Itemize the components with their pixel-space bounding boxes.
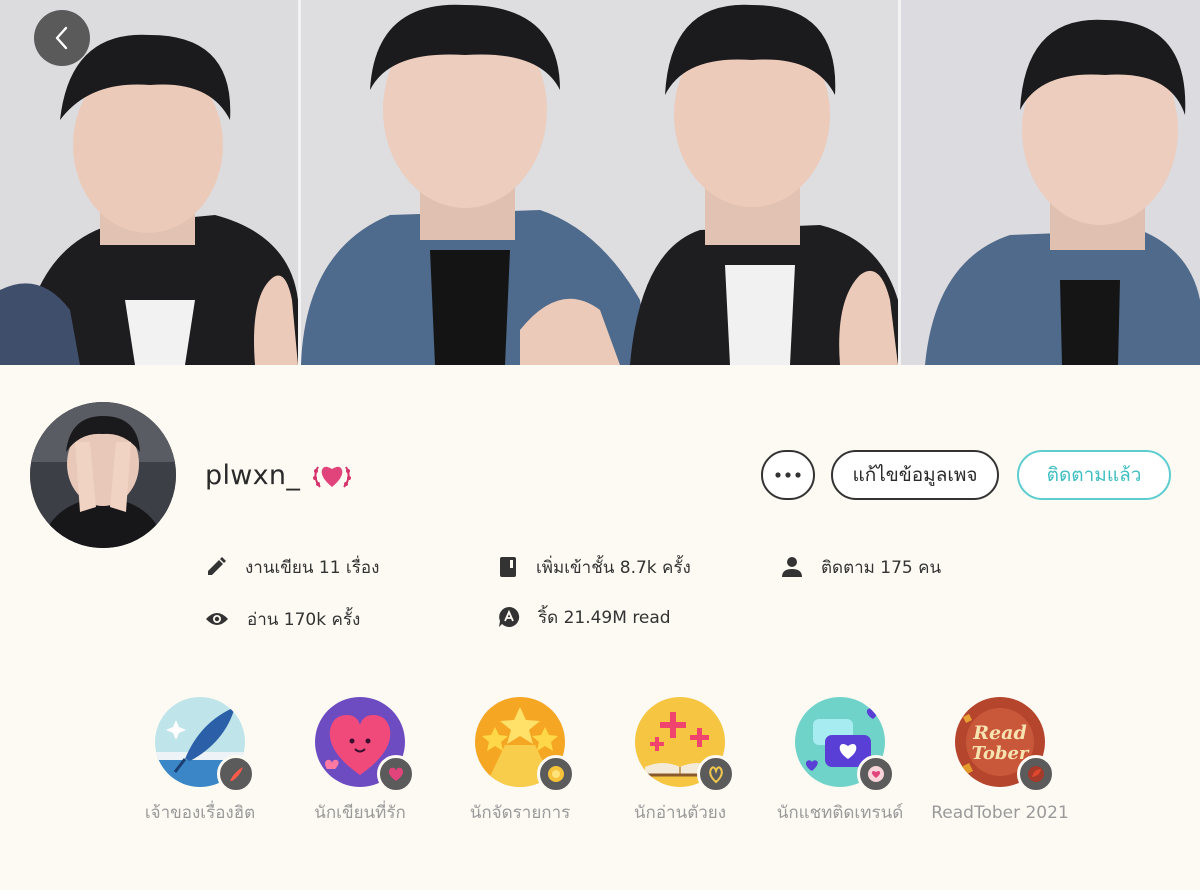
chat-heart-mini-icon xyxy=(857,755,895,793)
avatar[interactable] xyxy=(30,402,176,548)
ribbon-mini-icon xyxy=(697,755,735,793)
achievement-beloved-writer[interactable]: นักเขียนที่รัก xyxy=(275,697,445,827)
stat-works-text: งานเขียน 11 เรื่อง xyxy=(245,557,380,578)
achievement-hit-story[interactable]: เจ้าของเรื่องฮิต xyxy=(115,697,285,827)
cover-image xyxy=(0,0,1200,365)
achievement-label: นักเขียนที่รัก xyxy=(314,803,406,823)
achievement-trending-chat[interactable]: นักแชทติดเทรนด์ xyxy=(755,697,925,827)
leaf-mini-icon xyxy=(1017,755,1055,793)
eye-icon xyxy=(206,613,228,625)
achievement-label: นักจัดรายการ xyxy=(469,803,571,823)
username-row: plwxn_ xyxy=(205,452,354,498)
follow-button[interactable]: ติดตามแล้ว xyxy=(1017,450,1171,500)
stat-shelf-text: เพิ่มเข้าชั้น 8.7k ครั้ง xyxy=(536,557,691,578)
achievement-label: ReadTober 2021 xyxy=(931,803,1069,823)
stat-works: งานเขียน 11 เรื่อง xyxy=(205,552,379,582)
more-options-button[interactable] xyxy=(761,450,815,500)
quill-mini-icon xyxy=(217,755,255,793)
pencil-icon xyxy=(208,557,226,575)
stat-followers: ติดตาม 175 คน xyxy=(781,552,941,582)
stat-riid: ริ้ด 21.49M read xyxy=(498,602,671,632)
edit-page-button[interactable]: แก้ไขข้อมูลเพจ xyxy=(831,450,999,500)
achievement-curator[interactable]: นักจัดรายการ xyxy=(435,697,605,827)
stat-reads-text: อ่าน 170k ครั้ง xyxy=(247,609,361,630)
star-mini-icon xyxy=(537,755,575,793)
achievement-avid-reader[interactable]: นักอ่านตัวยง xyxy=(595,697,765,827)
stat-followers-text: ติดตาม 175 คน xyxy=(821,557,942,578)
achievement-readtober[interactable]: Read Tober ReadTober 2021 xyxy=(915,697,1085,827)
chevron-left-icon xyxy=(55,26,68,50)
heart-mini-icon xyxy=(377,755,415,793)
achievement-label: เจ้าของเรื่องฮิต xyxy=(144,803,256,823)
person-icon xyxy=(782,557,802,577)
back-button[interactable] xyxy=(34,10,90,66)
stat-shelf: เพิ่มเข้าชั้น 8.7k ครั้ง xyxy=(498,552,691,582)
heart-laurel-icon xyxy=(313,466,352,488)
stat-riid-text: ริ้ด 21.49M read xyxy=(538,607,671,628)
username: plwxn_ xyxy=(205,459,301,491)
achievement-label: นักอ่านตัวยง xyxy=(633,803,727,823)
more-horizontal-icon xyxy=(775,472,801,478)
chat-a-icon xyxy=(499,606,520,627)
achievement-label: นักแชทติดเทรนด์ xyxy=(776,803,904,823)
stat-reads: อ่าน 170k ครั้ง xyxy=(205,604,360,634)
book-icon xyxy=(500,557,516,577)
svg-text:Read: Read xyxy=(972,722,1026,744)
